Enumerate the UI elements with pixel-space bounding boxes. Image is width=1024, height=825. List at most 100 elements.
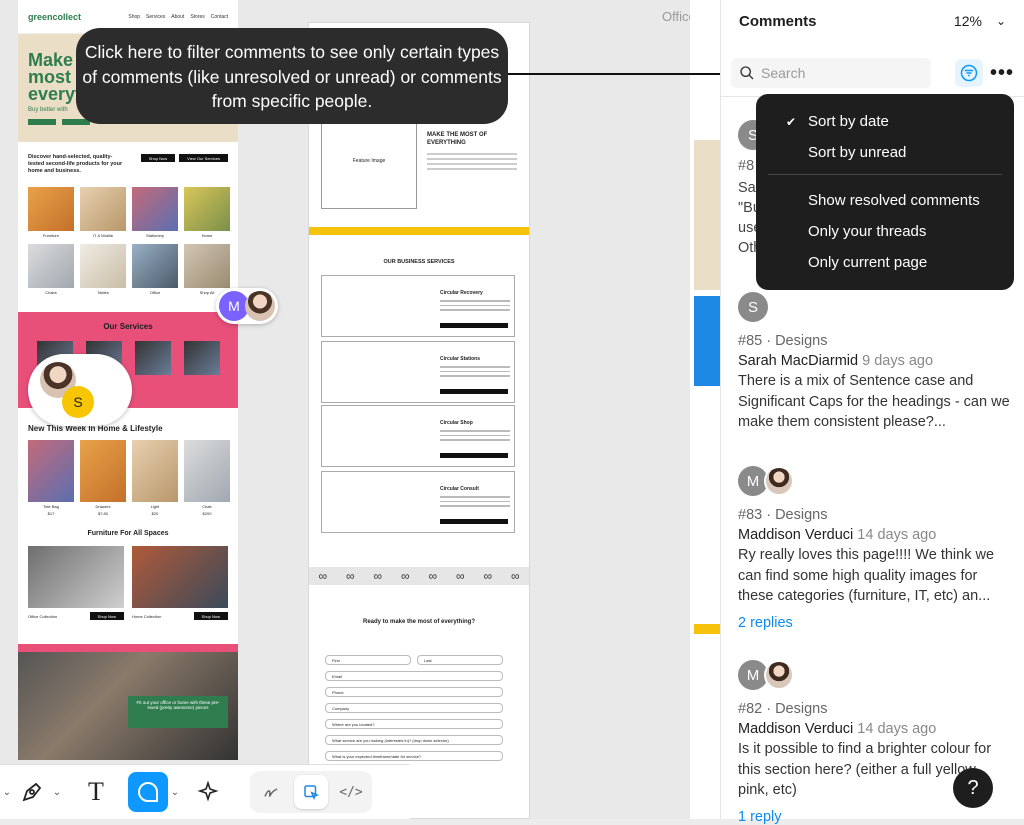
design-mode-icon[interactable] [294,775,328,809]
chevron-down-icon[interactable]: ⌄ [50,787,64,798]
category-tile: IT & Mobile [80,187,126,238]
placeholder-text-lines [427,153,517,173]
furniture-caption-label: Office Collection [28,613,58,619]
service-card-title: Circular Recovery [440,290,483,296]
search-row: Search ••• [731,56,1017,90]
yellow-banner [309,227,529,235]
site-nav-link: About [171,13,185,20]
infinity-icon: ∞ [428,569,438,583]
category-tile: Chairs [28,244,74,295]
comment-author: Sarah MacDiarmid [738,353,859,369]
help-button[interactable]: ? [953,768,993,808]
service-card-title: Circular Stations [440,356,481,362]
zoom-level: 12% [953,13,982,29]
service-card: Circular Shop [321,405,515,467]
placeholder-text-lines [440,496,510,510]
filter-comments-button[interactable] [955,59,983,87]
comment-author-line: Sarah MacDiarmid 9 days ago [738,353,1018,369]
service-image [183,341,220,375]
onboarding-tooltip: Click here to filter comments to see onl… [76,28,508,124]
category-tile: Home [184,187,230,238]
replies-link[interactable]: 2 replies [738,615,1018,631]
product-price: $20 [151,511,159,516]
office-collection-frame[interactable] [690,0,720,819]
form-field: What is your expected timeframe/date for… [325,751,503,761]
service-card-button [440,389,508,394]
menu-item-only-current-page[interactable]: Only current page [756,247,1014,278]
avatar [245,291,275,321]
pen-tool-icon[interactable] [14,774,50,810]
search-icon [740,66,754,80]
infinity-icon: ∞ [483,569,493,583]
furniture-caption: Office Collection Shop Now [28,612,124,620]
panel-title: Comments [739,12,817,30]
discover-buttons: Shop Now View Our Services [140,154,228,175]
mode-switcher: </> [250,771,372,813]
search-input[interactable]: Search [731,58,931,88]
service-image [134,341,171,375]
more-options-icon[interactable]: ••• [987,58,1017,88]
service-card: Circular Consult [321,471,515,533]
shop-now-button: Shop Now [89,612,124,620]
product-card: Light $20 [132,440,178,516]
category-image [184,187,230,231]
comment-tool-icon[interactable] [128,772,168,812]
infinity-icon: ∞ [373,569,383,583]
promo-ticker [18,644,238,652]
avatar [764,466,794,496]
comment-pin[interactable]: S [28,354,132,426]
panel-header: Comments 12% ⌄ [721,0,1024,42]
wireframe-frame[interactable]: Feature Image MAKE THE MOST OF EVERYTHIN… [308,22,530,819]
site-logo: greencollect [28,11,82,22]
site-nav-link: Shop [128,13,141,20]
service-card: Circular Stations [321,341,515,403]
dev-mode-icon[interactable]: </> [334,775,368,809]
menu-item-label: Sort by unread [808,144,907,161]
comment-thread[interactable]: S #85 · Designs Sarah MacDiarmid 9 days … [738,292,1018,433]
comment-author: Maddison Verduci [738,527,854,543]
product-price: $200 [202,511,212,516]
chevron-down-icon[interactable]: ⌄ [168,787,182,798]
draw-mode-icon[interactable] [254,775,288,809]
promo-card: Fit out your office or home with these p… [128,696,228,728]
replies-link[interactable]: 1 reply [738,809,1018,825]
services-title: Our Services [103,322,153,331]
ai-sparkle-icon[interactable] [190,774,226,810]
text-tool-icon[interactable]: T [78,774,114,810]
comment-pin[interactable]: M [216,288,278,324]
category-image [132,244,178,288]
menu-item-only-your-threads[interactable]: Only your threads [756,216,1014,247]
category-image [132,187,178,231]
discover-section: Discover hand-selected, quality-tested s… [18,142,238,179]
comment-meta: #85 · Designs [738,333,828,349]
menu-item-sort-by-unread[interactable]: Sort by unread [756,137,1014,168]
menu-item-sort-by-date[interactable]: ✔ Sort by date [756,106,1014,137]
placeholder-text-lines [440,366,510,380]
service-card-button [440,323,508,328]
category-label: Office [149,290,161,295]
category-image [28,187,74,231]
comment-body: There is a mix of Sentence case and Sign… [738,373,1010,430]
category-tile: Office [132,244,178,295]
product-name: Chair [202,504,212,509]
form-field: Last [417,655,503,665]
product-image [28,440,74,502]
chevron-down-icon[interactable]: ⌄ [0,787,14,798]
business-services-title: OUR BUSINESS SERVICES [383,259,455,265]
avatar: S [62,386,94,418]
zoom-control[interactable]: 12% ⌄ [954,13,1006,29]
wireframe-heading: MAKE THE MOST OF EVERYTHING [427,132,488,146]
category-image [80,244,126,288]
category-label: Chairs [45,290,57,295]
site-nav-links: Shop Services About Stores Contact [128,14,228,20]
menu-item-label: Sort by date [808,113,889,130]
checkmark-icon: ✔ [786,114,797,129]
frame-content-block [694,624,720,634]
product-card: Chair $200 [184,440,230,516]
frame-content-block [694,296,720,386]
comment-thread[interactable]: M #83 · Designs Maddison Verduci 14 days… [738,466,1018,631]
product-card: Tote Bag $17 [28,440,74,516]
menu-item-show-resolved[interactable]: Show resolved comments [756,185,1014,216]
infinity-icon: ∞ [345,569,355,583]
menu-divider [768,174,1002,175]
